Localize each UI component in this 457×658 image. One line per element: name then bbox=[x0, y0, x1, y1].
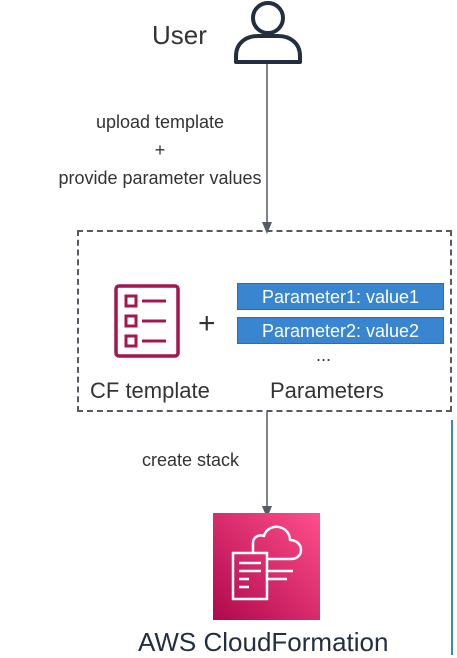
upload-arrow bbox=[262, 64, 272, 234]
upload-step-label: upload template + provide parameter valu… bbox=[40, 108, 280, 192]
create-stack-arrow bbox=[262, 412, 272, 518]
create-stack-label: create stack bbox=[142, 450, 240, 470]
user-label: User bbox=[152, 20, 207, 50]
document-list-icon bbox=[114, 284, 180, 358]
plus-sign: + bbox=[198, 307, 216, 340]
edge-divider-line bbox=[451, 420, 453, 655]
parameter-item: Parameter2: value2 bbox=[237, 317, 444, 344]
aws-cloudformation-label: AWS CloudFormation bbox=[138, 627, 389, 657]
parameter-item: Parameter1: value1 bbox=[237, 283, 444, 310]
upload-plus-text: + bbox=[154, 140, 166, 160]
provide-parameters-text: provide parameter values bbox=[58, 168, 262, 188]
parameters-label: Parameters bbox=[270, 378, 384, 403]
cloudformation-icon bbox=[213, 513, 320, 620]
user-icon bbox=[234, 1, 302, 64]
more-parameters-ellipsis: ... bbox=[316, 345, 332, 365]
cf-template-label: CF template bbox=[90, 378, 210, 403]
upload-template-text: upload template bbox=[95, 112, 225, 132]
